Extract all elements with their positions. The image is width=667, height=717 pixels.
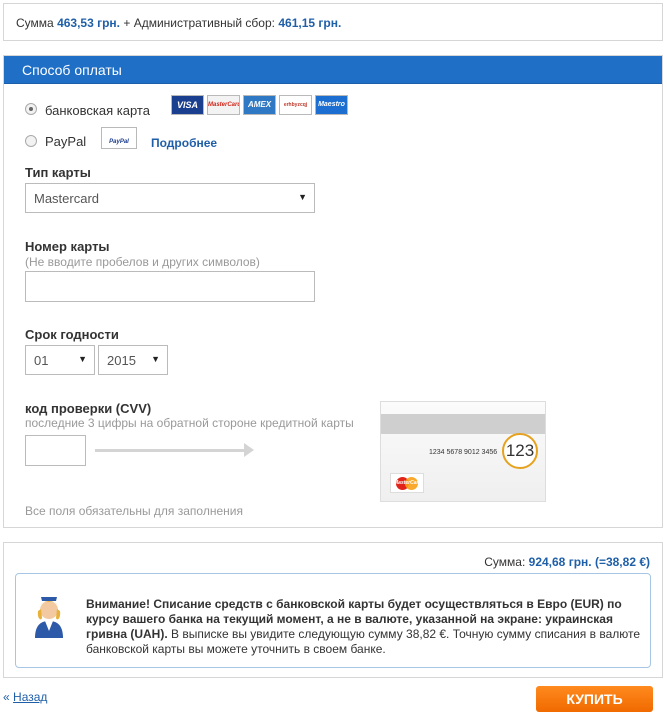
privat-logo: erhbyzcqj <box>279 95 312 115</box>
card-type-value: Mastercard <box>34 191 100 206</box>
order-summary-panel: Сумма: 924,68 грн. (=38,82 €) Внимание! … <box>3 542 663 678</box>
expiry-month-select[interactable]: 01 ▼ <box>25 345 95 375</box>
card-type-select[interactable]: Mastercard ▼ <box>25 183 315 213</box>
total-sum-line: Сумма: 924,68 грн. (=38,82 €) <box>484 555 650 569</box>
card-sample-number: 1234 5678 9012 3456 <box>429 449 498 456</box>
price-summary-text: Сумма 463,53 грн. + Административный сбо… <box>16 16 341 30</box>
card-number-input[interactable] <box>25 271 315 302</box>
expiry-year-select[interactable]: 2015 ▼ <box>98 345 168 375</box>
price-summary-bar: Сумма 463,53 грн. + Административный сбо… <box>3 3 663 41</box>
expiry-label: Срок годности <box>25 327 119 342</box>
cvv-hint: последние 3 цифры на обратной стороне кр… <box>25 416 354 430</box>
currency-warning-box: Внимание! Списание средств с банковской … <box>15 573 651 668</box>
chevron-down-icon: ▼ <box>78 354 87 364</box>
payment-method-panel: Способ оплаты банковская карта VISA Mast… <box>3 55 663 528</box>
fee-label: + Административный сбор: <box>123 16 275 30</box>
sum-value: 463,53 грн. <box>57 16 121 30</box>
required-fields-note: Все поля обязательны для заполнения <box>25 504 243 518</box>
card-type-label: Тип карты <box>25 165 91 180</box>
cvv-input[interactable] <box>25 435 86 466</box>
more-info-link[interactable]: Подробнее <box>151 136 217 150</box>
support-agent-icon <box>35 597 63 638</box>
expiry-month-value: 01 <box>34 353 49 368</box>
buy-button[interactable]: КУПИТЬ <box>536 686 653 712</box>
expiry-year-value: 2015 <box>107 353 136 368</box>
total-sum-label: Сумма: <box>484 555 526 569</box>
total-sum-eur: (=38,82 €) <box>594 555 650 569</box>
mastercard-icon: MasterCard <box>390 473 424 493</box>
bank-card-label[interactable]: банковская карта <box>45 103 150 118</box>
total-sum-value: 924,68 грн. <box>528 555 592 569</box>
fee-value: 461,15 грн. <box>278 16 342 30</box>
back-link[interactable]: « Назад <box>3 690 47 704</box>
card-sample-cvv: 123 <box>502 433 538 469</box>
bank-card-radio[interactable] <box>25 103 37 115</box>
card-number-hint: (Не вводите пробелов и других символов) <box>25 255 260 269</box>
card-back-illustration: 1234 5678 9012 3456 123 MasterCard <box>380 401 546 502</box>
visa-logo: VISA <box>171 95 204 115</box>
chevron-down-icon: ▼ <box>298 192 307 202</box>
paypal-radio[interactable] <box>25 135 37 147</box>
payment-panel-header: Способ оплаты <box>4 56 662 84</box>
warning-regular-text: В выписке вы увидите следующую сумму 38,… <box>86 627 641 656</box>
cvv-label: код проверки (CVV) <box>25 401 152 416</box>
payment-panel-title: Способ оплаты <box>22 62 122 78</box>
card-number-label: Номер карты <box>25 239 110 254</box>
mastercard-logo: MasterCard <box>207 95 240 115</box>
chevron-down-icon: ▼ <box>151 354 160 364</box>
paypal-logo: PayPal <box>101 127 137 149</box>
back-arrows-icon: « <box>3 690 10 704</box>
warning-text: Внимание! Списание средств с банковской … <box>86 597 640 657</box>
sum-label: Сумма <box>16 16 54 30</box>
magnetic-strip <box>381 414 545 434</box>
card-brand-text: MasterCard <box>394 480 422 486</box>
amex-logo: AMEX <box>243 95 276 115</box>
back-label[interactable]: Назад <box>13 690 47 704</box>
maestro-logo: Maestro <box>315 95 348 115</box>
paypal-label[interactable]: PayPal <box>45 134 86 149</box>
